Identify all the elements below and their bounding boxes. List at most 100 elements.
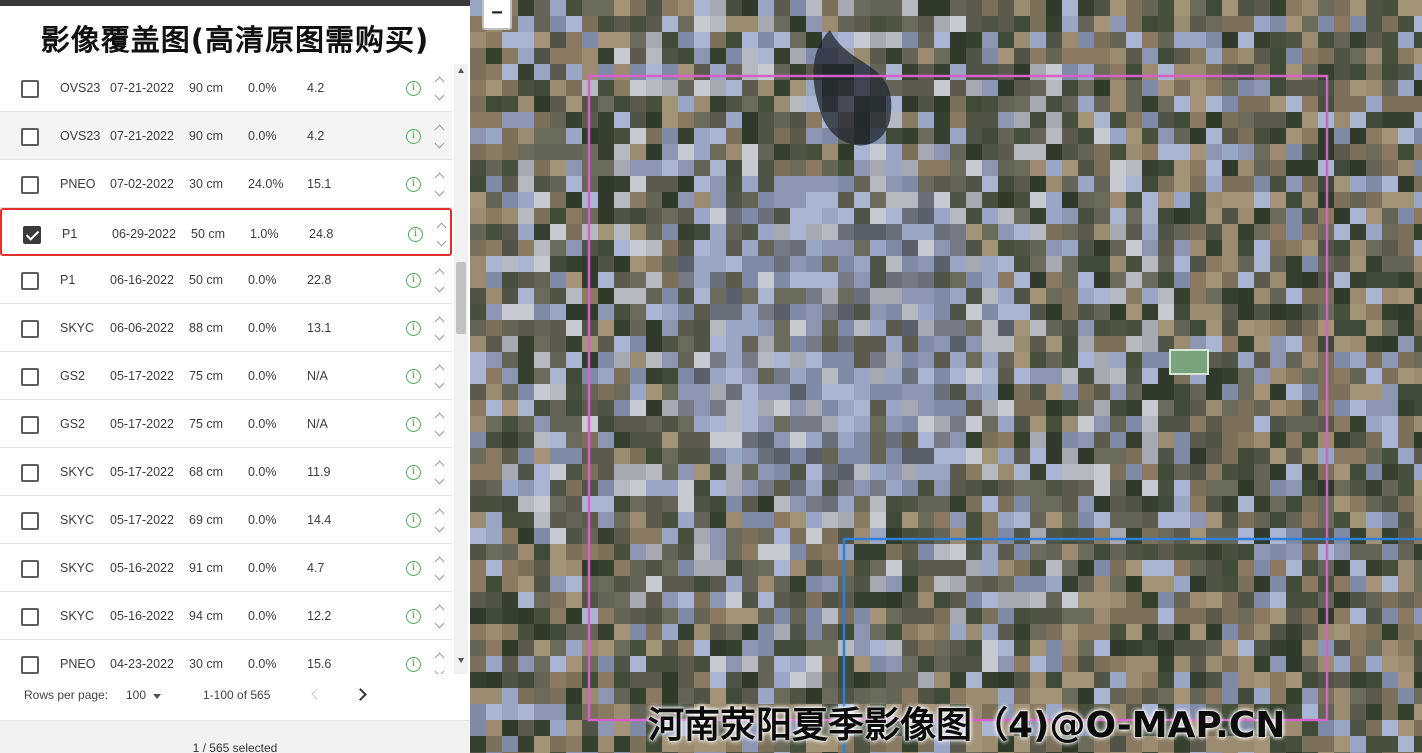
chevron-down-icon[interactable] xyxy=(434,522,445,533)
chevron-up-icon[interactable] xyxy=(434,172,445,183)
chevron-up-icon[interactable] xyxy=(434,124,445,135)
chevron-up-icon[interactable] xyxy=(434,556,445,567)
info-icon[interactable]: i xyxy=(406,417,421,432)
chevron-down-icon[interactable] xyxy=(434,282,445,293)
off-nadir-cell: 14.4 xyxy=(307,513,332,527)
chevron-up-icon[interactable] xyxy=(434,604,445,615)
chevron-down-icon[interactable] xyxy=(434,426,445,437)
previous-page-button[interactable] xyxy=(309,688,321,702)
satellite-imagery[interactable] xyxy=(470,0,1422,753)
row-checkbox[interactable] xyxy=(21,464,39,482)
off-nadir-cell: 4.2 xyxy=(307,129,325,143)
table-row[interactable]: SKYC 05-17-2022 69 cm 0.0% 14.4 i xyxy=(0,496,452,544)
reorder-controls xyxy=(433,505,447,537)
chevron-down-icon[interactable] xyxy=(434,378,445,389)
chevron-down-icon[interactable] xyxy=(434,138,445,149)
off-nadir-cell: 15.1 xyxy=(307,177,332,191)
rows-per-page-select[interactable]: 100 xyxy=(126,688,146,702)
reorder-controls xyxy=(433,361,447,393)
row-checkbox[interactable] xyxy=(21,320,39,338)
resolution-cell: 68 cm xyxy=(189,465,224,479)
table-row[interactable]: P1 06-29-2022 50 cm 1.0% 24.8 i xyxy=(0,208,452,256)
satellite-cell: SKYC xyxy=(60,321,95,335)
scroll-up-arrow-icon[interactable] xyxy=(458,68,464,73)
table-row[interactable]: OVS23 07-21-2022 90 cm 0.0% 4.2 i xyxy=(0,112,452,160)
row-checkbox[interactable] xyxy=(23,226,41,244)
reorder-controls xyxy=(433,457,447,489)
row-checkbox[interactable] xyxy=(21,512,39,530)
info-icon[interactable]: i xyxy=(406,177,421,192)
chevron-down-icon[interactable] xyxy=(434,618,445,629)
table-row[interactable]: PNEO 04-23-2022 30 cm 0.0% 15.6 i xyxy=(0,640,452,674)
chevron-down-icon[interactable] xyxy=(436,236,447,247)
table-row[interactable]: P1 06-16-2022 50 cm 0.0% 22.8 i xyxy=(0,256,452,304)
chevron-up-icon[interactable] xyxy=(434,364,445,375)
chevron-up-icon[interactable] xyxy=(434,412,445,423)
info-icon[interactable]: i xyxy=(406,609,421,624)
row-checkbox[interactable] xyxy=(21,656,39,674)
row-checkbox[interactable] xyxy=(21,608,39,626)
row-checkbox[interactable] xyxy=(21,416,39,434)
table-row[interactable]: SKYC 06-06-2022 88 cm 0.0% 13.1 i xyxy=(0,304,452,352)
chevron-down-icon[interactable] xyxy=(434,666,445,674)
chevron-down-icon[interactable] xyxy=(434,90,445,101)
reorder-controls xyxy=(433,169,447,201)
info-icon[interactable]: i xyxy=(406,657,421,672)
info-icon[interactable]: i xyxy=(406,81,421,96)
chevron-up-icon[interactable] xyxy=(434,268,445,279)
info-icon[interactable]: i xyxy=(406,465,421,480)
reorder-controls xyxy=(433,553,447,585)
chevron-up-icon[interactable] xyxy=(434,508,445,519)
chevron-down-icon[interactable] xyxy=(434,570,445,581)
table-row[interactable]: PNEO 07-02-2022 30 cm 24.0% 15.1 i xyxy=(0,160,452,208)
row-checkbox[interactable] xyxy=(21,560,39,578)
info-icon[interactable]: i xyxy=(406,273,421,288)
chevron-down-icon[interactable] xyxy=(434,186,445,197)
date-cell: 05-17-2022 xyxy=(110,465,174,479)
off-nadir-cell: 11.9 xyxy=(307,465,331,479)
resolution-cell: 50 cm xyxy=(189,273,224,287)
caret-down-icon[interactable] xyxy=(153,694,161,699)
map-watermark: 河南荥阳夏季影像图（4)@O-MAP.CN xyxy=(648,705,1286,746)
satellite-cell: SKYC xyxy=(60,465,95,479)
table-row[interactable]: SKYC 05-17-2022 68 cm 0.0% 11.9 i xyxy=(0,448,452,496)
chevron-up-icon[interactable] xyxy=(434,316,445,327)
table-scrollbar[interactable] xyxy=(454,64,468,674)
table-row[interactable]: SKYC 05-16-2022 91 cm 0.0% 4.7 i xyxy=(0,544,452,592)
zoom-out-button[interactable]: − xyxy=(482,0,512,30)
selected-count: 1 / 565 selected xyxy=(192,741,278,753)
table-row[interactable]: GS2 05-17-2022 75 cm 0.0% N/A i xyxy=(0,352,452,400)
table-row[interactable]: GS2 05-17-2022 75 cm 0.0% N/A i xyxy=(0,400,452,448)
panel-top-bar xyxy=(0,0,470,6)
info-icon[interactable]: i xyxy=(406,561,421,576)
row-checkbox[interactable] xyxy=(21,176,39,194)
scroll-thumb[interactable] xyxy=(456,262,466,334)
info-icon[interactable]: i xyxy=(406,369,421,384)
next-page-button[interactable] xyxy=(355,688,367,702)
chevron-up-icon[interactable] xyxy=(434,652,445,663)
info-icon[interactable]: i xyxy=(406,513,421,528)
satellite-cell: GS2 xyxy=(60,369,86,383)
results-panel: 影像覆盖图(高清原图需购买) OVS23 07-21-2022 90 cm 0.0% 4… xyxy=(0,0,470,753)
row-checkbox[interactable] xyxy=(21,272,39,290)
chevron-up-icon[interactable] xyxy=(434,460,445,471)
row-checkbox[interactable] xyxy=(21,80,39,98)
satellite-cell: P1 xyxy=(62,227,78,241)
map-view[interactable]: − 河南荥阳夏季影像图（4)@O-MAP.CN xyxy=(470,0,1422,753)
reorder-controls xyxy=(433,73,447,105)
row-checkbox[interactable] xyxy=(21,128,39,146)
chevron-up-icon[interactable] xyxy=(436,222,447,233)
chevron-down-icon[interactable] xyxy=(434,330,445,341)
table-row[interactable]: SKYC 05-16-2022 94 cm 0.0% 12.2 i xyxy=(0,592,452,640)
chevron-up-icon[interactable] xyxy=(434,76,445,87)
info-icon[interactable]: i xyxy=(406,321,421,336)
off-nadir-cell: 24.8 xyxy=(309,227,334,241)
chevron-down-icon[interactable] xyxy=(434,474,445,485)
row-checkbox[interactable] xyxy=(21,368,39,386)
info-icon[interactable]: i xyxy=(406,129,421,144)
table-row[interactable]: OVS23 07-21-2022 90 cm 0.0% 4.2 i xyxy=(0,64,452,112)
selection-footer: 1 / 565 selected xyxy=(0,720,470,753)
resolution-cell: 88 cm xyxy=(189,321,224,335)
info-icon[interactable]: i xyxy=(408,227,423,242)
scroll-down-arrow-icon[interactable] xyxy=(458,658,464,663)
